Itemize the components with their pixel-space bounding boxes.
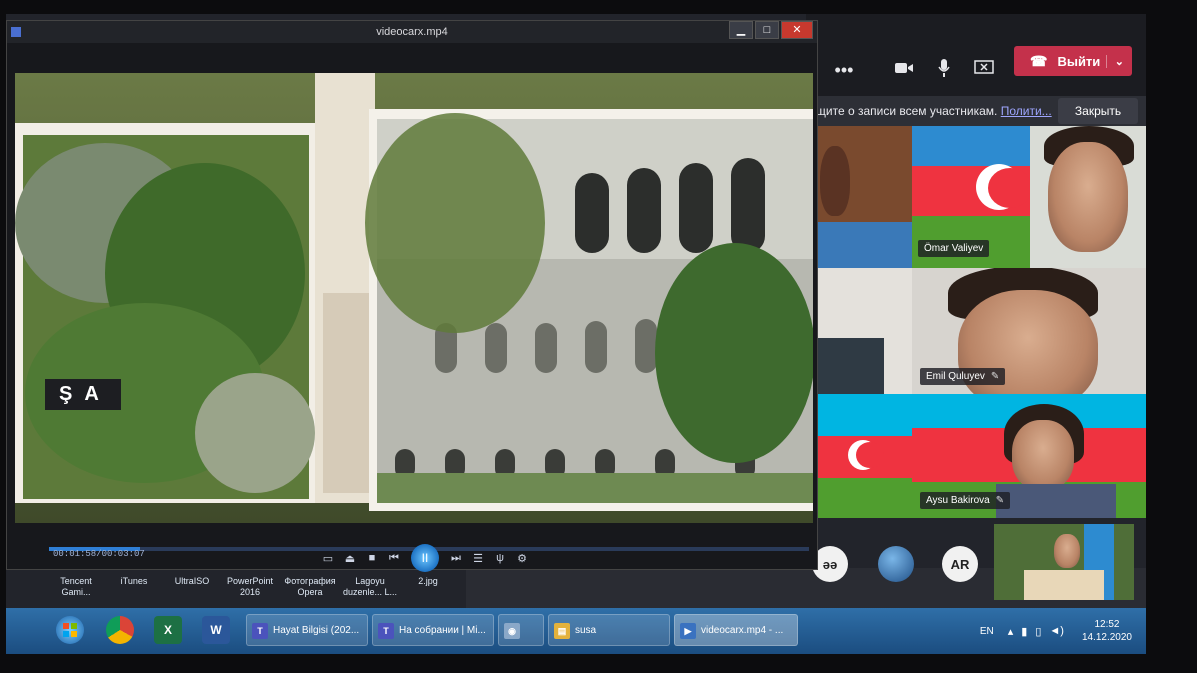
camera-icon[interactable] xyxy=(890,58,918,82)
network-icon[interactable]: ▮ xyxy=(1021,625,1027,638)
minimize-button[interactable]: ▁ xyxy=(729,21,753,39)
mic-off-icon: ✎ xyxy=(995,495,1005,506)
participant-name-tag: Emil Quluyev ✎ xyxy=(920,368,1006,385)
phone-hangup-icon: ☎ xyxy=(1030,52,1048,69)
pause-button[interactable]: II xyxy=(411,544,439,572)
battery-icon[interactable]: ▯ xyxy=(1035,625,1041,638)
previous-icon[interactable]: ⏮ xyxy=(383,552,405,565)
privacy-policy-link[interactable]: Полити... xyxy=(1001,104,1052,118)
word-icon[interactable]: W xyxy=(202,616,230,644)
maximize-button[interactable]: □ xyxy=(755,21,779,39)
show-hidden-icons-icon[interactable]: ▴ xyxy=(1008,625,1014,638)
participant-name-tag: Aysu Bakirova ✎ xyxy=(920,492,1011,509)
participant-video xyxy=(814,268,918,394)
taskbar-window-active[interactable]: ▶ videocarx.mp4 - ... xyxy=(674,614,798,646)
clock[interactable]: 12:52 14.12.2020 xyxy=(1082,618,1132,644)
media-player-window: videocarx.mp4 ▁ □ ✕ ŞA 00:01:58/00:03:07… xyxy=(6,20,818,573)
video-frame[interactable]: ŞA xyxy=(15,73,813,523)
microphone-icon[interactable] xyxy=(930,58,958,82)
excel-icon[interactable]: X xyxy=(154,616,182,644)
participant-video-omar-face xyxy=(1030,126,1146,268)
start-button[interactable] xyxy=(56,616,84,644)
participant-name: Emil Quluyev xyxy=(926,371,985,382)
clock-date: 14.12.2020 xyxy=(1081,632,1132,643)
participant-name: Ömar Valiyev xyxy=(924,243,984,254)
desktop-icon[interactable]: Lagoyu duzenle... L... xyxy=(340,576,400,598)
settings-icon[interactable]: ⚙ xyxy=(511,552,533,565)
taskbar-window-label: videocarx.mp4 - ... xyxy=(701,625,784,636)
playback-time: 00:01:58/00:03:07 xyxy=(53,549,145,559)
equalizer-icon[interactable]: ψ xyxy=(489,552,511,564)
teams-icon: T xyxy=(252,623,268,639)
playback-controls: ▭ ⏏ ■ ⏮ II ⏭ ☰ ψ ⚙ xyxy=(317,543,533,573)
desktop-icons: Tencent Gami... iTunes UltraISO PowerPoi… xyxy=(46,570,466,610)
taskbar-window[interactable]: T На собрании | Mi... xyxy=(372,614,494,646)
eject-icon[interactable]: ⏏ xyxy=(339,552,361,565)
more-options-icon[interactable]: ••• xyxy=(830,58,858,82)
taskbar-window-label: На собрании | Mi... xyxy=(399,625,486,636)
desktop-icon[interactable]: 2.jpg xyxy=(398,576,458,587)
self-view-video xyxy=(994,524,1134,600)
video-caption: ŞA xyxy=(45,379,121,410)
leave-label: Выйти xyxy=(1057,53,1101,69)
windows-logo-icon xyxy=(63,623,77,637)
screen-mode-icon[interactable]: ▭ xyxy=(317,552,339,565)
stop-icon[interactable]: ■ xyxy=(361,552,383,564)
leave-button[interactable]: ☎ Выйти ⌄ xyxy=(1014,46,1132,76)
volume-icon[interactable]: ◄) xyxy=(1049,625,1064,637)
desktop-icon[interactable]: Tencent Gami... xyxy=(46,576,106,598)
taskbar-window[interactable]: T Hayat Bilgisi (202... xyxy=(246,614,368,646)
participant-video xyxy=(814,394,914,518)
media-player-icon: ▶ xyxy=(680,623,696,639)
next-icon[interactable]: ⏭ xyxy=(445,552,467,565)
chevron-down-icon[interactable]: ⌄ xyxy=(1105,54,1124,68)
desktop-icon[interactable]: iTunes xyxy=(104,576,164,587)
playlist-icon[interactable]: ☰ xyxy=(467,552,489,565)
clock-time: 12:52 xyxy=(1094,619,1120,630)
chrome-icon[interactable] xyxy=(106,616,134,644)
taskbar-window[interactable]: ▤ susa xyxy=(548,614,670,646)
participant-name-tag: Ömar Valiyev xyxy=(918,240,990,257)
window-buttons: ▁ □ ✕ xyxy=(727,21,813,39)
taskbar-window-label: Hayat Bilgisi (202... xyxy=(273,625,360,636)
video-image xyxy=(15,73,813,523)
app-icon: ◉ xyxy=(504,623,520,639)
close-button[interactable]: ✕ xyxy=(781,21,813,39)
folder-icon: ▤ xyxy=(554,623,570,639)
language-indicator[interactable]: EN xyxy=(980,626,994,637)
close-banner-button[interactable]: Закрыть xyxy=(1058,98,1138,124)
participant-name: Aysu Bakirova xyxy=(926,495,990,506)
taskbar: X W T Hayat Bilgisi (202... T На собрани… xyxy=(6,608,1146,654)
taskbar-window[interactable]: ◉ xyxy=(498,614,544,646)
recording-banner-text: щите о записи всем участникам. xyxy=(816,104,998,118)
desktop-icon[interactable]: Фотография Opera xyxy=(280,576,340,598)
taskbar-window-label: susa xyxy=(575,625,597,636)
participant-avatar[interactable]: AR xyxy=(942,546,978,582)
desktop-icon[interactable]: UltraISO xyxy=(162,576,222,587)
monitor-screen: ••• ☎ Выйти ⌄ щите о записи всем участни… xyxy=(6,14,1146,654)
teams-icon: T xyxy=(378,623,394,639)
app-icon xyxy=(11,27,21,37)
mic-off-icon: ✎ xyxy=(990,371,1000,382)
player-title: videocarx.mp4 xyxy=(376,26,448,38)
share-screen-icon[interactable] xyxy=(970,58,998,82)
player-title-bar[interactable]: videocarx.mp4 ▁ □ ✕ xyxy=(7,21,817,43)
participant-avatar-globe[interactable] xyxy=(878,546,914,582)
participant-video xyxy=(814,126,918,268)
desktop-icon[interactable]: PowerPoint 2016 xyxy=(220,576,280,598)
system-tray: EN ▴ ▮ ▯ ◄) 12:52 14.12.2020 xyxy=(980,616,1132,646)
